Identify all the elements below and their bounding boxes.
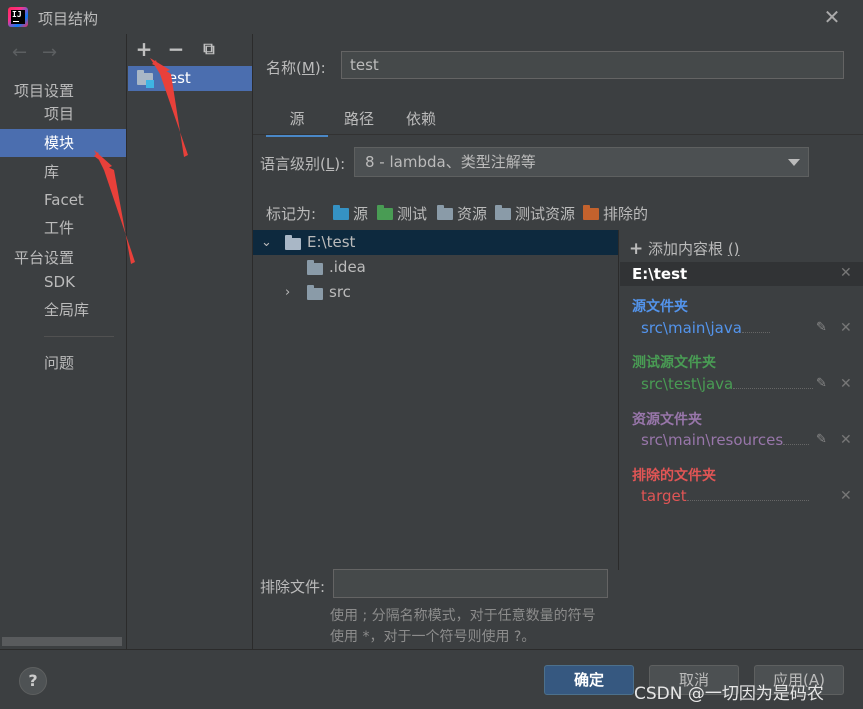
tree-src-label: src	[329, 283, 351, 301]
exclude-hint-line2: 使用 *，对于一个符号则使用 ?。	[330, 629, 536, 645]
forward-arrow-icon[interactable]: →	[42, 42, 57, 63]
mark-tests-button[interactable]: 测试	[377, 204, 427, 224]
title-bar	[0, 0, 863, 34]
tree-row-root[interactable]: ⌄ E:\test	[253, 230, 618, 255]
tab-paths[interactable]: 路径	[334, 108, 384, 134]
chevron-down-icon	[788, 159, 800, 166]
remove-root-icon[interactable]: ✕	[840, 265, 852, 281]
sources-folder-icon	[333, 204, 349, 220]
sidebar-item-modules[interactable]: 模块	[0, 129, 126, 157]
folder-icon	[307, 285, 323, 300]
exclude-hint-line1: 使用 ; 分隔名称模式，对于任意数量的符号	[330, 608, 596, 624]
mark-sources-button[interactable]: 源	[333, 204, 368, 224]
folder-icon	[307, 260, 323, 275]
tabs-divider	[253, 134, 863, 135]
excluded-path: target	[641, 487, 809, 505]
add-icon: +	[629, 239, 644, 259]
resources-folder-icon	[437, 204, 453, 220]
sidebar-scrollbar[interactable]	[2, 637, 122, 646]
tab-sources[interactable]: 源	[266, 108, 328, 137]
chevron-right-icon[interactable]: ›	[285, 280, 290, 305]
category-resources-title: 资源文件夹	[632, 412, 702, 428]
sidebar-item-problems[interactable]: 问题	[0, 349, 126, 377]
module-name-input[interactable]: test	[341, 51, 844, 79]
sidebar-item-libraries[interactable]: 库	[0, 158, 126, 186]
tests-folder-icon	[377, 204, 393, 220]
back-arrow-icon[interactable]: ←	[12, 42, 27, 63]
add-content-root-button[interactable]: + 添加内容根 ()	[629, 238, 740, 259]
tree-root-label: E:\test	[307, 233, 356, 251]
tree-idea-label: .idea	[329, 258, 366, 276]
section-project-settings: 项目设置	[14, 82, 75, 100]
remove-icon[interactable]: ✕	[840, 488, 852, 504]
add-icon[interactable]: +	[133, 38, 155, 60]
language-level-label: 语言级别(L):	[260, 155, 346, 173]
edit-icon[interactable]: ✎	[816, 320, 827, 335]
mark-resources-button[interactable]: 资源	[437, 204, 487, 224]
category-tests-title: 测试源文件夹	[632, 355, 716, 371]
sidebar-item-sdk[interactable]: SDK	[0, 268, 126, 296]
close-icon[interactable]: ✕	[822, 7, 842, 27]
remove-icon[interactable]: −	[165, 38, 187, 60]
tests-path: src\test\java	[641, 375, 814, 393]
category-excluded-title: 排除的文件夹	[632, 468, 716, 484]
module-name: test	[162, 69, 191, 87]
chevron-down-icon[interactable]: ⌄	[261, 230, 272, 255]
window-title: 项目结构	[38, 10, 99, 28]
module-list-panel	[127, 34, 253, 649]
edit-icon[interactable]: ✎	[816, 376, 827, 391]
section-platform-settings: 平台设置	[14, 249, 75, 267]
language-level-value: 8 - lambda、类型注解等	[365, 153, 536, 171]
remove-icon[interactable]: ✕	[840, 376, 852, 392]
module-folder-icon	[137, 70, 154, 89]
mark-as-label: 标记为:	[266, 205, 317, 223]
exclude-files-label: 排除文件:	[260, 578, 326, 596]
copy-icon[interactable]: ⧉	[198, 38, 220, 60]
sidebar-item-global-libs[interactable]: 全局库	[0, 296, 126, 324]
tree-row-idea[interactable]: .idea	[253, 255, 618, 280]
resources-path: src\main\resources	[641, 431, 810, 449]
excluded-folder-icon	[583, 204, 599, 220]
mark-excluded-button[interactable]: 排除的	[583, 204, 648, 224]
content-root-path: E:\test	[632, 265, 688, 283]
bottom-divider	[0, 649, 863, 650]
help-button[interactable]: ?	[19, 667, 47, 695]
test-resources-folder-icon	[495, 204, 511, 220]
folder-icon	[285, 235, 301, 250]
watermark: CSDN @一切因为是码农	[634, 684, 824, 704]
intellij-app-icon: IJ	[8, 7, 28, 27]
tree-row-src[interactable]: › src	[253, 280, 618, 305]
sidebar-item-facets[interactable]: Facet	[0, 186, 126, 214]
exclude-files-input[interactable]	[333, 569, 608, 598]
remove-icon[interactable]: ✕	[840, 432, 852, 448]
tab-dependencies[interactable]: 依赖	[396, 108, 446, 134]
sidebar-item-artifacts[interactable]: 工件	[0, 214, 126, 242]
ok-button[interactable]: 确定	[544, 665, 634, 695]
sidebar-item-project[interactable]: 项目	[0, 100, 126, 128]
edit-icon[interactable]: ✎	[816, 432, 827, 447]
sources-path: src\main\java	[641, 319, 770, 337]
mark-test-resources-button[interactable]: 测试资源	[495, 204, 575, 224]
sidebar-divider	[44, 336, 114, 337]
category-sources-title: 源文件夹	[632, 299, 688, 315]
language-level-select[interactable]: 8 - lambda、类型注解等	[354, 147, 809, 177]
name-label: 名称(M):	[266, 59, 326, 77]
remove-icon[interactable]: ✕	[840, 320, 852, 336]
